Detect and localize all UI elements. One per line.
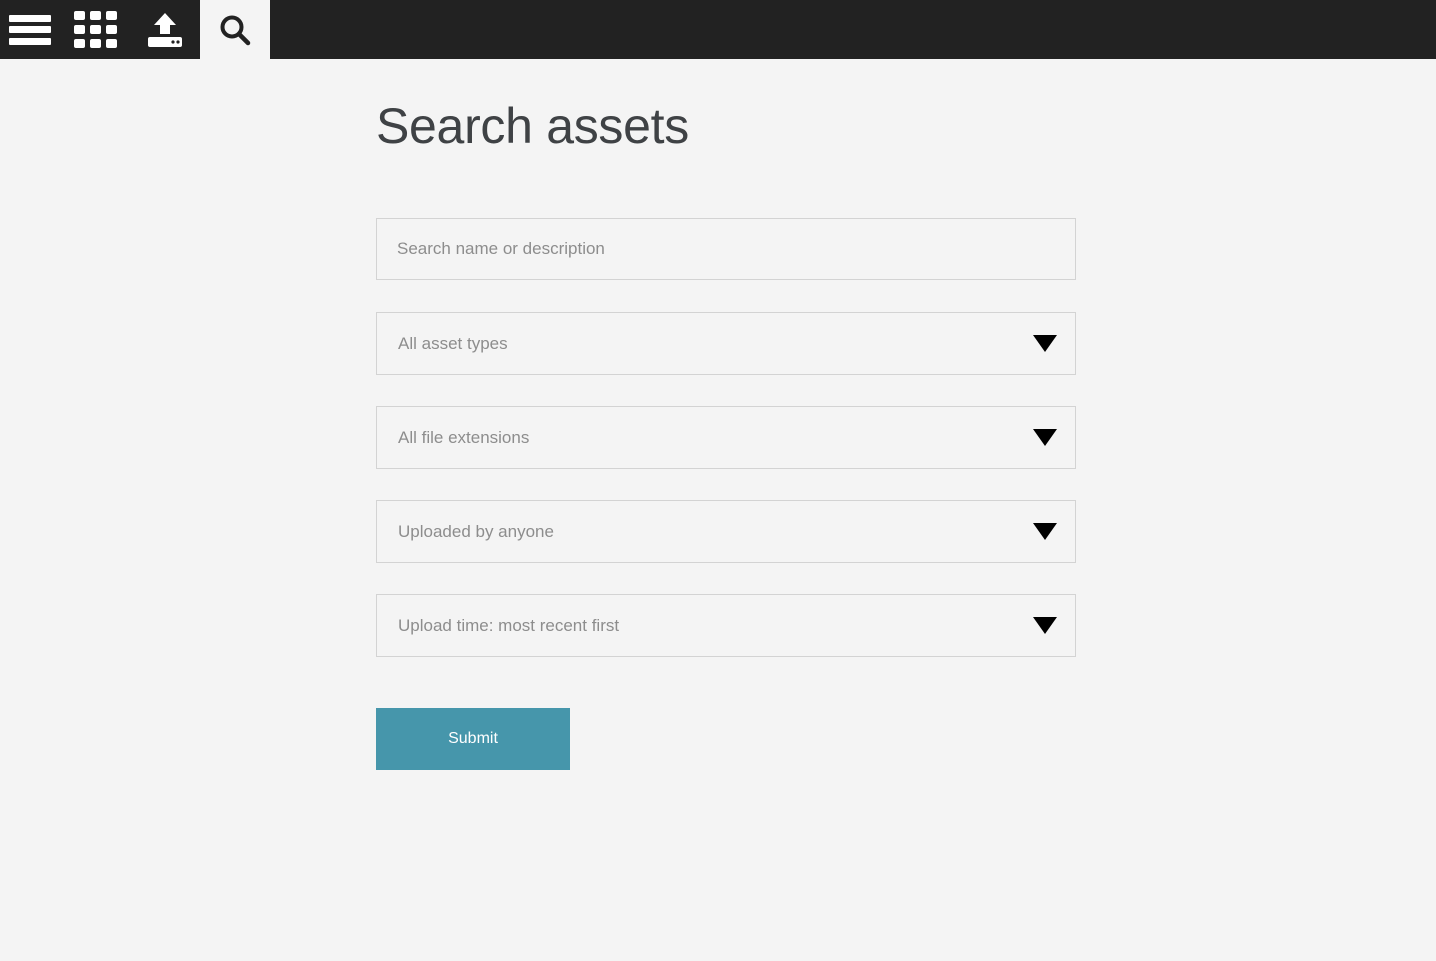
nav-tab-upload[interactable] [130,0,200,59]
page-title: Search assets [376,98,689,154]
nav-tab-browse[interactable] [60,0,130,59]
grid-icon [73,11,117,48]
nav-tab-search[interactable] [200,0,270,59]
asset-type-field-wrapper: All asset types [376,312,1076,375]
search-icon [218,13,252,47]
sort-order-select-value: Upload time: most recent first [398,615,620,635]
file-extension-select-value: All file extensions [398,427,530,447]
chevron-down-icon [1033,335,1057,352]
asset-type-select-value: All asset types [398,333,508,353]
upload-icon [145,12,185,48]
uploader-field-wrapper: Uploaded by anyone [376,500,1076,563]
chevron-down-icon [1033,523,1057,540]
uploader-select-value: Uploaded by anyone [398,521,554,541]
file-extension-field-wrapper: All file extensions [376,406,1076,469]
search-field-wrapper [376,218,1076,280]
chevron-down-icon [1033,617,1057,634]
search-input[interactable] [376,218,1076,280]
asset-type-select[interactable]: All asset types [376,312,1076,375]
submit-button[interactable]: Submit [376,708,570,770]
sort-order-select[interactable]: Upload time: most recent first [376,594,1076,657]
sort-order-field-wrapper: Upload time: most recent first [376,594,1076,657]
uploader-select[interactable]: Uploaded by anyone [376,500,1076,563]
chevron-down-icon [1033,429,1057,446]
top-navigation-bar [0,0,1436,59]
hamburger-icon [9,14,51,45]
search-assets-form: All asset types All file extensions Uplo… [376,218,1076,770]
file-extension-select[interactable]: All file extensions [376,406,1076,469]
nav-tab-menu[interactable] [0,0,60,59]
